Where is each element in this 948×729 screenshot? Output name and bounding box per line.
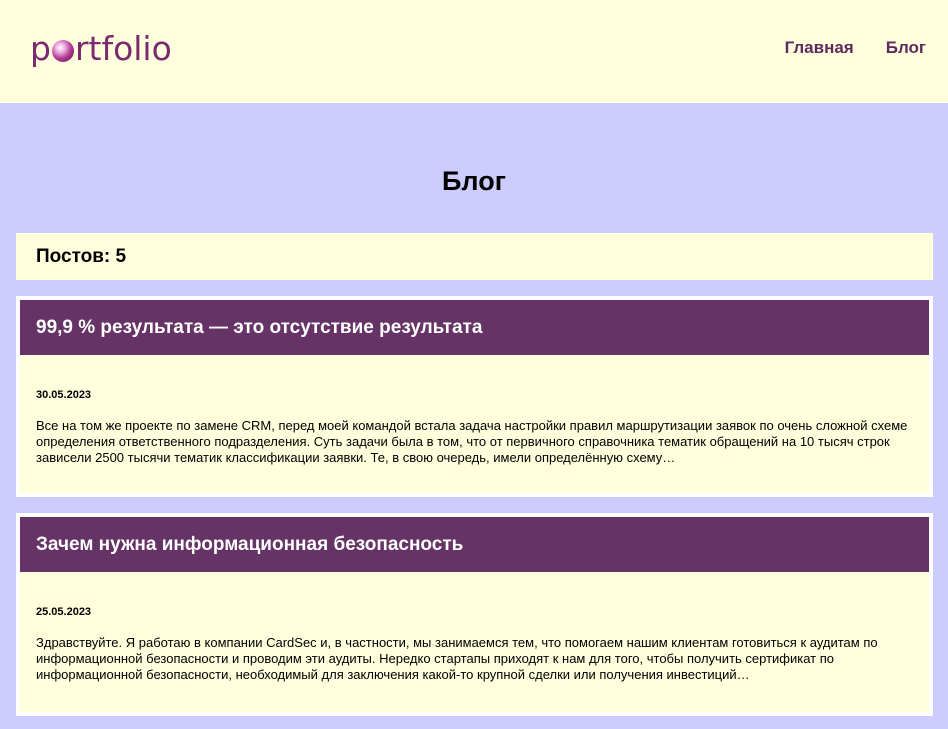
blog-post-card: Зачем нужна информационная безопасность …	[16, 513, 933, 716]
post-excerpt: Здравствуйте. Я работаю в компании CardS…	[36, 635, 878, 682]
post-date: 30.05.2023	[36, 389, 92, 401]
logo-text-start: p	[30, 29, 51, 68]
post-excerpt: Все на том же проекте по замене CRM, пер…	[36, 418, 908, 465]
site-header: p rtfolio Главная Блог	[0, 0, 948, 103]
logo-ball-icon	[51, 40, 74, 62]
portfolio-logo[interactable]: p rtfolio	[30, 27, 172, 71]
nav-link-home[interactable]: Главная	[785, 38, 854, 58]
logo-text-end: rtfolio	[74, 29, 172, 68]
post-count: Постов: 5	[36, 245, 127, 267]
blog-post-card: 99,9 % результата — это отсутствие резул…	[16, 296, 933, 497]
post-title: 99,9 % результата — это отсутствие резул…	[36, 316, 483, 338]
nav-link-blog[interactable]: Блог	[886, 38, 926, 58]
post-title-link[interactable]: 99,9 % результата — это отсутствие резул…	[20, 300, 929, 355]
post-count-box: Постов: 5	[16, 233, 933, 280]
post-title-link[interactable]: Зачем нужна информационная безопасность	[20, 517, 929, 572]
post-date: 25.05.2023	[36, 606, 92, 618]
page-title: Блог	[442, 166, 506, 196]
main-nav: Главная Блог	[785, 38, 926, 58]
post-title: Зачем нужна информационная безопасность	[36, 533, 464, 555]
